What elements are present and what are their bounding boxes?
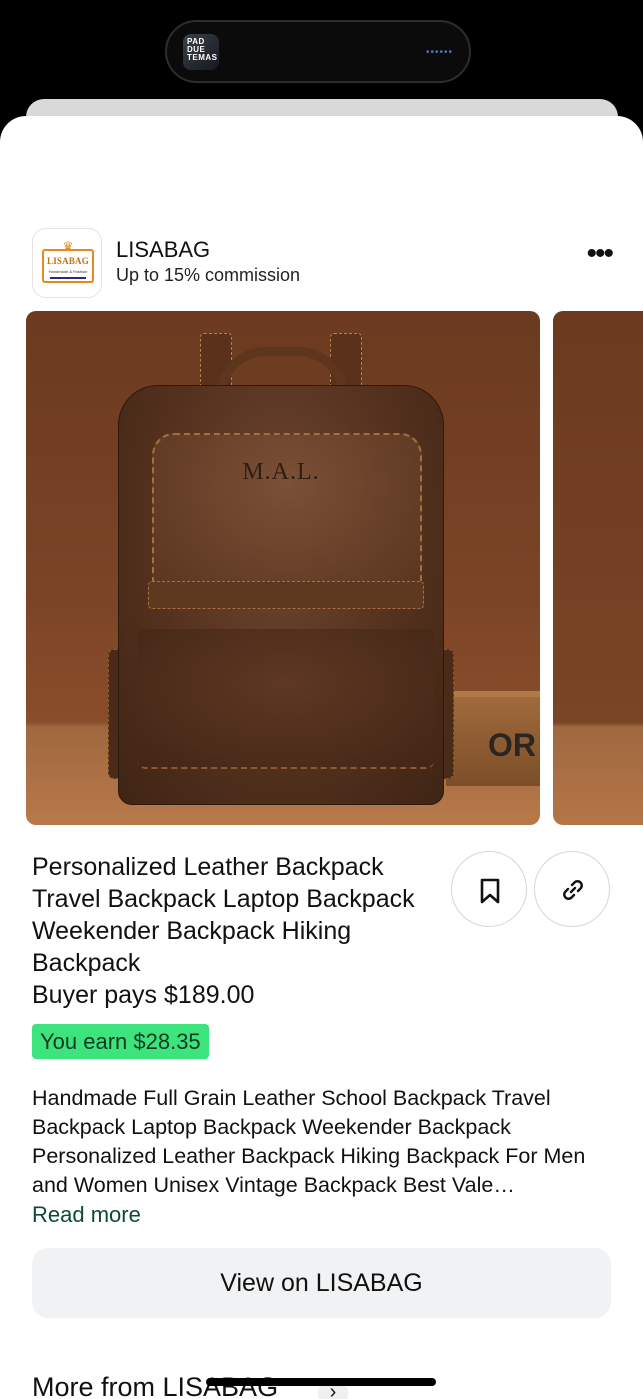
link-icon	[563, 880, 583, 900]
merchant-name[interactable]: LISABAG	[116, 238, 210, 262]
image-carousel[interactable]: OR M.A.L.	[26, 311, 643, 825]
product-title: Personalized Leather Backpack Travel Bac…	[32, 853, 415, 977]
now-playing-artwork: PAD DUE TEMAS	[183, 34, 219, 70]
bag-icon: LISABAG Handmade & Fashion	[42, 249, 94, 283]
copy-link-button[interactable]	[534, 851, 610, 927]
wooden-crate: OR	[446, 691, 540, 786]
logo-wordmark: LISABAG	[47, 256, 89, 266]
bookmark-icon	[480, 878, 500, 904]
product-description: Handmade Full Grain Leather School Backp…	[32, 1086, 586, 1197]
now-playing-artwork-text: PAD DUE TEMAS	[187, 37, 218, 62]
crate-text: OR	[488, 727, 536, 763]
logo-rule	[50, 277, 86, 279]
monogram: M.A.L.	[242, 459, 320, 485]
view-on-merchant-button[interactable]: View on LISABAG	[32, 1248, 611, 1318]
pocket-flap	[148, 581, 424, 609]
buyer-price: Buyer pays $189.00	[32, 981, 255, 1009]
save-button[interactable]	[451, 851, 527, 927]
read-more-link[interactable]: Read more	[32, 1200, 141, 1229]
lower-pocket	[138, 629, 434, 769]
next-product-image[interactable]	[553, 311, 643, 825]
dynamic-island[interactable]: PAD DUE TEMAS ••••••	[165, 20, 471, 83]
merchant-header: ♛ LISABAG Handmade & Fashion LISABAG Up …	[32, 228, 614, 298]
backpack-illustration: M.A.L.	[108, 329, 454, 811]
audio-waveform-icon: ••••••	[425, 47, 453, 58]
merchant-logo[interactable]: ♛ LISABAG Handmade & Fashion	[32, 228, 102, 298]
logo-tagline: Handmade & Fashion	[48, 269, 88, 274]
product-sheet: ♛ LISABAG Handmade & Fashion LISABAG Up …	[0, 116, 643, 1399]
more-horizontal-icon[interactable]: •••	[568, 239, 614, 280]
home-indicator[interactable]	[206, 1378, 436, 1386]
product-image[interactable]: OR M.A.L.	[26, 311, 540, 825]
earnings-badge: You earn $28.35	[32, 1024, 209, 1059]
merchant-commission: Up to 15% commission	[116, 265, 301, 285]
